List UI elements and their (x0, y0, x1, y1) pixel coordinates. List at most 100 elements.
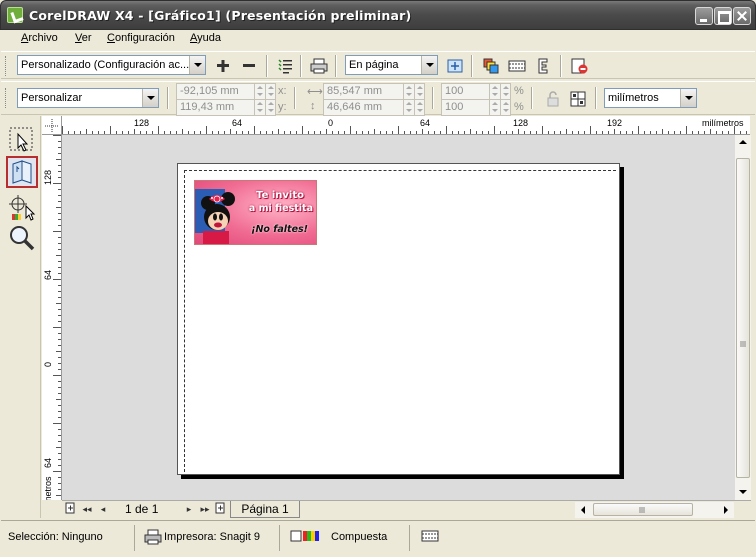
lock-icon[interactable] (543, 89, 563, 109)
add-page-after-icon[interactable] (214, 502, 228, 516)
ruler-tick (284, 131, 285, 134)
ruler-label: 64 (43, 269, 53, 280)
page-tab[interactable]: Página 1 (230, 501, 300, 518)
scale-y-field[interactable]: 100 (441, 99, 511, 116)
ruler-tick (53, 423, 61, 424)
spinner-icon[interactable] (265, 100, 275, 115)
film-status-icon (421, 529, 439, 546)
marks-placement-tool-icon[interactable] (6, 192, 38, 224)
toolbar-separator (335, 55, 337, 77)
toolbar-grip[interactable] (5, 88, 8, 108)
print-preset-dropdown[interactable]: Personalizado (Configuración ac... (17, 55, 206, 75)
previous-page-icon[interactable]: ◂ (96, 502, 110, 516)
ruler-tick (488, 131, 489, 134)
ruler-tick (128, 131, 129, 134)
close-button[interactable] (733, 7, 751, 25)
scroll-left-icon[interactable] (575, 502, 591, 518)
print-page[interactable]: Te invito a mi fiestita ¡No faltes! (177, 163, 620, 475)
color-separations-icon[interactable] (481, 56, 501, 76)
invitation-card-image[interactable]: Te invito a mi fiestita ¡No faltes! (194, 180, 317, 245)
zoom-fit-dropdown[interactable]: En página (345, 55, 438, 75)
zoom-tool-icon[interactable] (6, 222, 38, 254)
chevron-down-icon[interactable] (421, 56, 437, 74)
film-icon[interactable] (507, 56, 527, 76)
ruler-tick (662, 129, 663, 134)
chevron-down-icon[interactable] (189, 56, 205, 74)
ruler-tick (308, 131, 309, 134)
ruler-tick (58, 477, 61, 478)
print-preset-value: Personalizado (Configuración ac... (21, 59, 190, 71)
vertical-scroll-thumb[interactable] (736, 158, 750, 478)
menu-ayuda[interactable]: Ayuda (190, 32, 221, 44)
chevron-down-icon[interactable] (680, 89, 696, 107)
scroll-down-icon[interactable] (735, 484, 751, 500)
pick-tool-icon[interactable] (6, 124, 38, 156)
last-page-icon[interactable]: ▸▸ (198, 502, 212, 516)
scale-x-field[interactable]: 100 (441, 83, 511, 100)
units-dropdown[interactable]: milímetros (604, 88, 697, 108)
minus-icon[interactable] (239, 56, 259, 76)
height-value: 46,646 mm (327, 101, 383, 113)
spinner-icon[interactable] (403, 84, 413, 99)
ruler-tick (58, 249, 61, 250)
scroll-up-icon[interactable] (735, 135, 751, 151)
vertical-ruler[interactable]: 128 64 0 64 milímetros (42, 135, 62, 500)
zoom-fit-value: En página (349, 59, 399, 71)
ruler-tick (212, 131, 213, 134)
maximize-button[interactable] (714, 7, 732, 25)
spinner-icon[interactable] (265, 84, 275, 99)
spinner-icon[interactable] (254, 84, 264, 99)
width-field[interactable]: 85,547 mm (323, 83, 425, 100)
vertical-scrollbar[interactable] (735, 135, 751, 500)
minimize-button[interactable] (695, 7, 713, 25)
ruler-tick (56, 399, 61, 400)
add-page-before-icon[interactable] (64, 502, 78, 516)
ruler-corner[interactable] (42, 116, 62, 135)
next-page-icon[interactable]: ▸ (182, 502, 196, 516)
layout-dropdown[interactable]: Personalizar (17, 88, 159, 108)
spinner-icon[interactable] (254, 100, 264, 115)
page-tab-label: Página 1 (241, 502, 289, 516)
ruler-tick (524, 131, 525, 134)
horizontal-ruler[interactable]: 128 64 0 64 128 192 milímetros (62, 116, 750, 135)
scroll-right-icon[interactable] (718, 502, 734, 518)
ruler-tick (58, 321, 61, 322)
spinner-icon[interactable] (500, 84, 510, 99)
spinner-icon[interactable] (403, 100, 413, 115)
ruler-tick (692, 131, 693, 134)
spinner-icon[interactable] (489, 84, 499, 99)
spinner-icon[interactable] (414, 84, 424, 99)
ruler-tick (230, 129, 231, 134)
plus-icon[interactable] (213, 56, 233, 76)
menu-ver[interactable]: Ver (75, 32, 92, 44)
preview-canvas[interactable]: Te invito a mi fiestita ¡No faltes! (62, 135, 735, 500)
height-field[interactable]: 46,646 mm (323, 99, 425, 116)
printer-icon[interactable] (309, 56, 329, 76)
layout-grid-icon[interactable] (568, 89, 588, 109)
spinner-icon[interactable] (489, 100, 499, 115)
ruler-tick (53, 375, 61, 376)
ruler-tick (272, 131, 273, 134)
menu-configuracion[interactable]: Configuración (107, 32, 175, 44)
spinner-icon[interactable] (500, 100, 510, 115)
horizontal-scrollbar[interactable] (575, 502, 734, 518)
imposition-layout-tool-icon[interactable] (6, 156, 38, 188)
position-y-field[interactable]: 119,43 mm (176, 99, 276, 116)
coreldraw-app-icon[interactable] (7, 7, 23, 23)
spinner-icon[interactable] (414, 100, 424, 115)
ruler-tick (608, 131, 609, 134)
menu-archivo[interactable]: Archivo (21, 32, 58, 44)
ruler-tick (58, 237, 61, 238)
horizontal-scroll-thumb[interactable] (593, 503, 693, 516)
emulsion-icon[interactable] (533, 56, 553, 76)
percent-label: % (514, 85, 524, 97)
toolbar-grip[interactable] (5, 56, 8, 76)
first-page-icon[interactable]: ◂◂ (80, 502, 94, 516)
close-preview-icon[interactable] (569, 56, 589, 76)
chevron-down-icon[interactable] (142, 89, 158, 107)
ruler-tick (116, 131, 117, 134)
printer-status-icon (144, 528, 162, 549)
full-screen-icon[interactable] (445, 56, 465, 76)
position-x-field[interactable]: -92,105 mm (176, 83, 276, 100)
print-options-icon[interactable] (275, 56, 295, 76)
